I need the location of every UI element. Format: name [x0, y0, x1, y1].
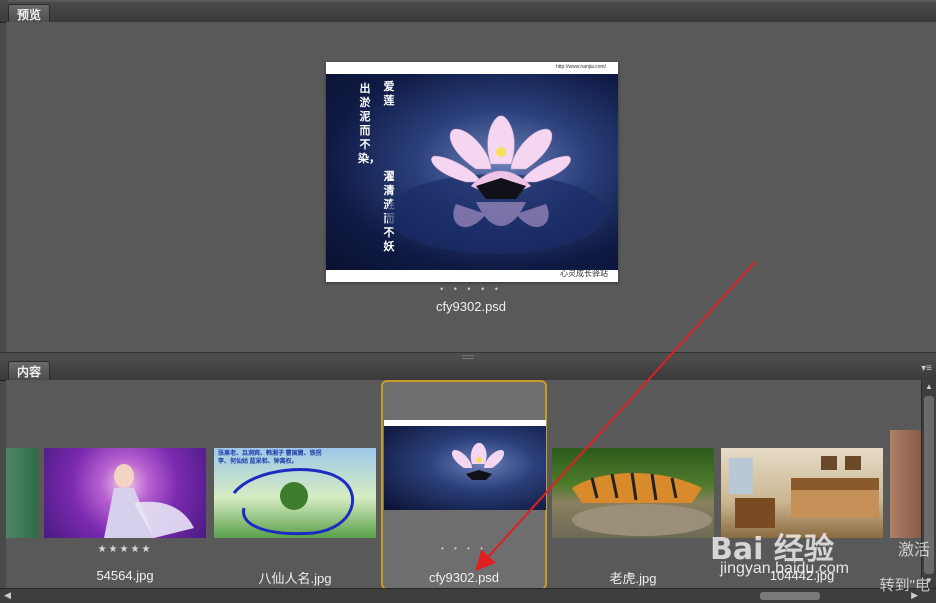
watermark-side-top: 激活 — [897, 542, 930, 559]
panel-menu-icon[interactable]: ▾≡ — [921, 363, 932, 374]
preview-panel: http://www.nanjia.com/ 出淤泥而不染， 濯清涟而不妖 爱莲 — [6, 22, 936, 352]
preview-image-brand: 心灵成长驿站 — [560, 269, 608, 278]
thumbnail-image — [6, 448, 38, 538]
thumbnail-cfy9302[interactable]: • • • • cfy9302.psd — [381, 380, 547, 588]
preview-rating-dots[interactable]: • • • • • — [6, 284, 936, 294]
content-panel-header — [0, 360, 936, 381]
splitter-grip-icon[interactable] — [462, 355, 474, 359]
scroll-up-icon[interactable]: ▲ — [924, 382, 934, 392]
thumbnail-partial[interactable] — [6, 380, 38, 588]
preview-panel-header — [0, 2, 936, 23]
watermark-side-bottom: 转到"电 — [879, 577, 930, 594]
thumbnail-filename: 老虎.jpg — [609, 571, 657, 586]
thumbnail-filename: 54564.jpg — [96, 568, 154, 583]
thumbnail-image — [44, 448, 206, 538]
rating-stars[interactable]: ★★★★★ — [44, 544, 206, 555]
rating-dots[interactable]: • • • • — [383, 544, 545, 553]
preview-filename: cfy9302.psd — [435, 299, 507, 314]
scroll-left-icon[interactable]: ◀ — [4, 590, 11, 601]
thumbnail-baxian[interactable]: 张果老、吕洞宾、韩湘子 曹国舅、铁拐李、何仙姑 蓝采和、钟离权。 八仙人名.jp… — [214, 380, 376, 588]
thumbnail-image: 张果老、吕洞宾、韩湘子 曹国舅、铁拐李、何仙姑 蓝采和、钟离权。 — [214, 448, 376, 538]
preview-image: http://www.nanjia.com/ 出淤泥而不染， 濯清涟而不妖 爱莲 — [326, 62, 618, 282]
tab-content[interactable]: 内容 — [8, 361, 51, 381]
thumbnail-54564[interactable]: ★★★★★ 54564.jpg — [44, 380, 206, 588]
thumbnail-filename: 八仙人名.jpg — [258, 571, 332, 586]
thumbnail-image — [890, 430, 922, 538]
thumbnail-image — [384, 420, 546, 510]
watermark-url: jingyan.baidu.com — [720, 560, 849, 577]
thumbnail-image — [552, 448, 714, 538]
tab-preview[interactable]: 预览 — [8, 4, 51, 24]
lotus-flower-icon — [386, 115, 606, 254]
thumbnail-tiger[interactable]: 老虎.jpg — [552, 380, 714, 588]
watermark: Bai 经验 激活 jingyan.baidu.com 转到"电 — [710, 524, 930, 594]
preview-image-url: http://www.nanjia.com/ — [555, 64, 606, 70]
lotus-artwork: 出淤泥而不染， 濯清涟而不妖 爱莲 — [326, 74, 618, 270]
thumbnail-filename: cfy9302.psd — [428, 570, 500, 585]
